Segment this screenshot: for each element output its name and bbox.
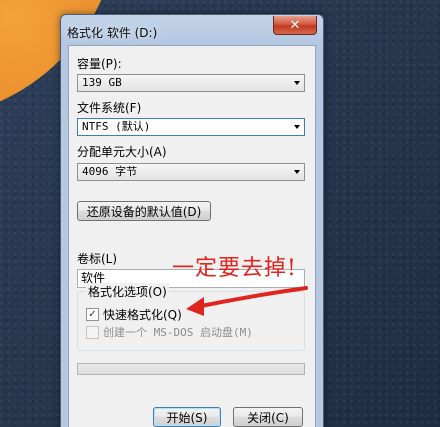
checkmark-icon: ✓ bbox=[88, 308, 97, 320]
annotation-text: 一定要去掉! bbox=[172, 256, 297, 281]
quick-format-checkbox[interactable]: ✓ bbox=[86, 308, 99, 321]
msdos-startup-option: 创建一个 MS-DOS 启动盘(M) bbox=[86, 324, 253, 340]
quick-format-option[interactable]: ✓ 快速格式化(Q) bbox=[86, 306, 182, 323]
capacity-value: 139 GB bbox=[82, 76, 122, 89]
format-options-group: 格式化选项(O) ✓ 快速格式化(Q) 创建一个 MS-DOS 启动盘(M) bbox=[77, 283, 305, 351]
chevron-down-icon bbox=[294, 81, 300, 85]
msdos-startup-checkbox bbox=[86, 325, 99, 339]
close-icon: ✕ bbox=[289, 17, 301, 33]
filesystem-value: NTFS (默认) bbox=[82, 120, 151, 133]
title-bar[interactable]: 格式化 软件 (D:) ✕ bbox=[61, 15, 323, 45]
quick-format-label: 快速格式化(Q) bbox=[103, 308, 182, 322]
format-options-title: 格式化选项(O) bbox=[86, 283, 169, 300]
allocation-select[interactable]: 4096 字节 bbox=[77, 163, 305, 181]
msdos-startup-label: 创建一个 MS-DOS 启动盘(M) bbox=[103, 326, 253, 339]
format-progress-bar bbox=[77, 363, 305, 375]
allocation-label: 分配单元大小(A) bbox=[77, 145, 167, 159]
volume-label: 卷标(L) bbox=[77, 252, 118, 266]
window-title: 格式化 软件 (D:) bbox=[67, 26, 158, 40]
filesystem-label: 文件系统(F) bbox=[77, 101, 142, 115]
chevron-down-icon bbox=[294, 125, 300, 129]
format-dialog: 格式化 软件 (D:) ✕ 容量(P): 139 GB 文件系统(F) NTFS… bbox=[60, 14, 324, 427]
dialog-content: 容量(P): 139 GB 文件系统(F) NTFS (默认) 分配单元大小(A… bbox=[68, 45, 316, 427]
restore-defaults-button[interactable]: 还原设备的默认值(D) bbox=[77, 201, 211, 221]
close-button[interactable]: 关闭(C) bbox=[233, 407, 303, 427]
start-button[interactable]: 开始(S) bbox=[153, 407, 221, 427]
capacity-select[interactable]: 139 GB bbox=[77, 74, 305, 92]
close-window-button[interactable]: ✕ bbox=[273, 16, 317, 35]
filesystem-select[interactable]: NTFS (默认) bbox=[77, 118, 305, 136]
allocation-value: 4096 字节 bbox=[82, 165, 138, 178]
capacity-label: 容量(P): bbox=[77, 57, 122, 71]
chevron-down-icon bbox=[294, 170, 300, 174]
